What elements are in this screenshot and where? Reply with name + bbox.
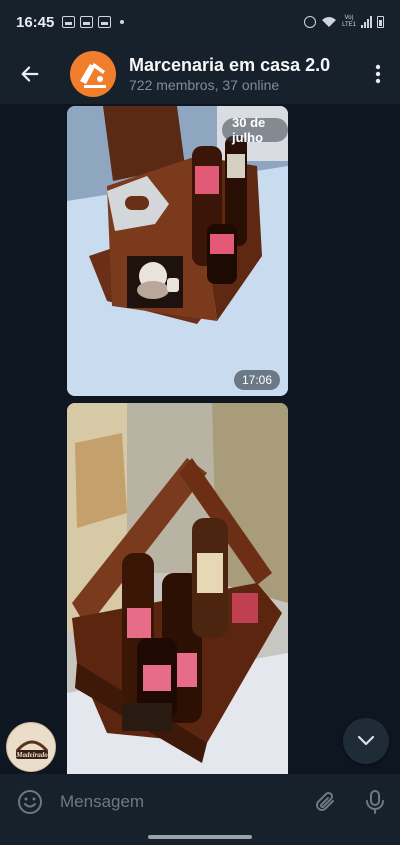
- network-type: Vo) LTE1: [342, 15, 356, 29]
- wifi-icon: [322, 17, 337, 27]
- chat-header: Marcenaria em casa 2.0 722 membros, 37 o…: [0, 44, 400, 104]
- madeirado-logo-icon: Madeirado: [8, 724, 55, 771]
- message-composer: [0, 774, 400, 830]
- message-notification-icon: [98, 16, 112, 28]
- back-button[interactable]: [0, 44, 60, 104]
- alarm-icon: [304, 16, 317, 28]
- message-input[interactable]: [60, 782, 300, 822]
- system-status: Vo) LTE1: [304, 15, 384, 29]
- more-options-button[interactable]: [356, 44, 400, 104]
- group-member-count: 722 membros, 37 online: [129, 77, 280, 93]
- group-avatar[interactable]: [70, 51, 116, 97]
- photo-message[interactable]: [67, 403, 288, 774]
- paperclip-icon: [316, 791, 334, 811]
- notification-icons: [62, 16, 125, 28]
- attach-button[interactable]: [300, 774, 350, 830]
- message-notification-icon: [80, 16, 94, 28]
- woodworking-logo-icon: [80, 63, 106, 88]
- photo-beer-caddy-image: [67, 106, 288, 396]
- back-arrow-icon: [21, 66, 39, 82]
- system-navigation-bar: [0, 830, 400, 845]
- volte-label: Vo): [344, 15, 354, 21]
- emoji-icon: [18, 790, 42, 814]
- photo-message[interactable]: 30 de julho 17:06: [67, 106, 288, 396]
- photo-beer-caddy-with-bottles-image: [67, 403, 288, 774]
- scroll-to-bottom-button[interactable]: [343, 718, 389, 764]
- voice-message-button[interactable]: [350, 774, 400, 830]
- group-title: Marcenaria em casa 2.0: [129, 55, 331, 75]
- home-indicator[interactable]: [148, 835, 252, 839]
- sender-avatar[interactable]: Madeirado: [6, 722, 56, 772]
- gallery-notification-icon: [62, 16, 76, 28]
- emoji-button[interactable]: [0, 774, 60, 830]
- message-timestamp: 17:06: [233, 370, 280, 390]
- date-separator: 30 de julho: [222, 115, 288, 145]
- sender-avatar-label: Madeirado: [15, 751, 48, 759]
- chevron-down-icon: [357, 735, 375, 746]
- more-notifications-dot-icon: [120, 20, 125, 24]
- lte-label: LTE1: [342, 22, 356, 28]
- battery-icon: [377, 16, 384, 28]
- more-vertical-icon: [375, 64, 381, 84]
- status-bar: 16:45 Vo) LTE1: [0, 0, 400, 44]
- status-time: 16:45: [16, 13, 55, 31]
- chat-messages[interactable]: 30 de julho 17:06 Madeirado: [0, 104, 400, 774]
- microphone-icon: [366, 790, 384, 814]
- chat-info[interactable]: Marcenaria em casa 2.0 722 membros, 37 o…: [129, 54, 356, 94]
- signal-strength-icon: [361, 16, 372, 28]
